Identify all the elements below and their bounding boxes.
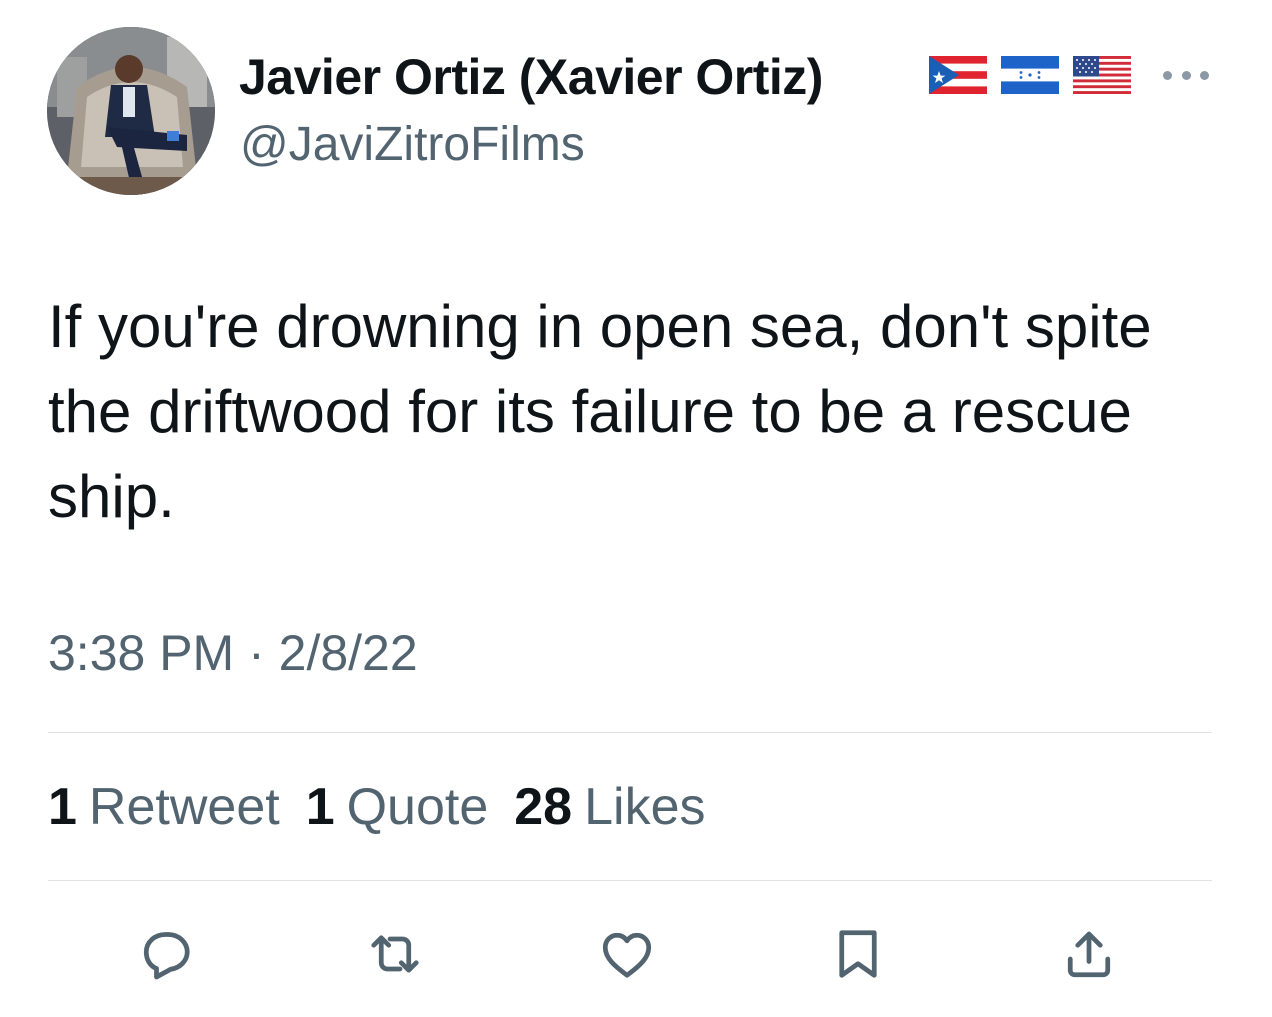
reply-icon (143, 932, 190, 980)
share-button[interactable] (1057, 922, 1121, 986)
display-name[interactable]: Javier Ortiz (Xavier Ortiz) (239, 42, 823, 112)
divider (48, 732, 1212, 733)
divider (48, 880, 1212, 881)
retweet-icon (371, 935, 419, 973)
retweets-stat[interactable]: 1 Retweet (48, 772, 280, 842)
more-dot (1163, 70, 1172, 80)
bookmark-button[interactable] (826, 922, 890, 986)
more-dot (1200, 70, 1209, 80)
avatar-photo (47, 27, 215, 195)
user-handle[interactable]: @JaviZitroFilms (240, 113, 585, 177)
retweets-count: 1 (48, 778, 77, 836)
more-dot (1181, 70, 1191, 80)
likes-count: 28 (514, 778, 573, 836)
quotes-stat[interactable]: 1 Quote (306, 772, 489, 842)
reply-button[interactable] (133, 922, 197, 986)
avatar[interactable] (47, 27, 215, 195)
action-bar (0, 922, 1272, 986)
like-icon (602, 932, 652, 978)
united-states-flag (1073, 56, 1131, 94)
flag-emojis (929, 56, 1131, 94)
more-options-icon[interactable] (1163, 60, 1209, 90)
quotes-count: 1 (305, 778, 335, 836)
retweets-label: Retweet (88, 778, 280, 836)
likes-label: Likes (584, 778, 706, 836)
engagement-stats: 1 Retweet 1 Quote 28 Likes (48, 772, 706, 842)
share-icon (1067, 931, 1111, 978)
quotes-label: Quote (346, 778, 489, 836)
honduras-flag (1001, 56, 1059, 94)
retweet-button[interactable] (363, 922, 427, 986)
tweet-text: If you're drowning in open sea, don't sp… (48, 293, 1152, 530)
tweet-timestamp[interactable]: 3:38 PM · 2/8/22 (48, 618, 418, 688)
like-button[interactable] (595, 922, 659, 986)
likes-stat[interactable]: 28 Likes (514, 772, 705, 842)
bookmark-icon (839, 930, 877, 978)
puerto-rico-flag (929, 56, 987, 94)
